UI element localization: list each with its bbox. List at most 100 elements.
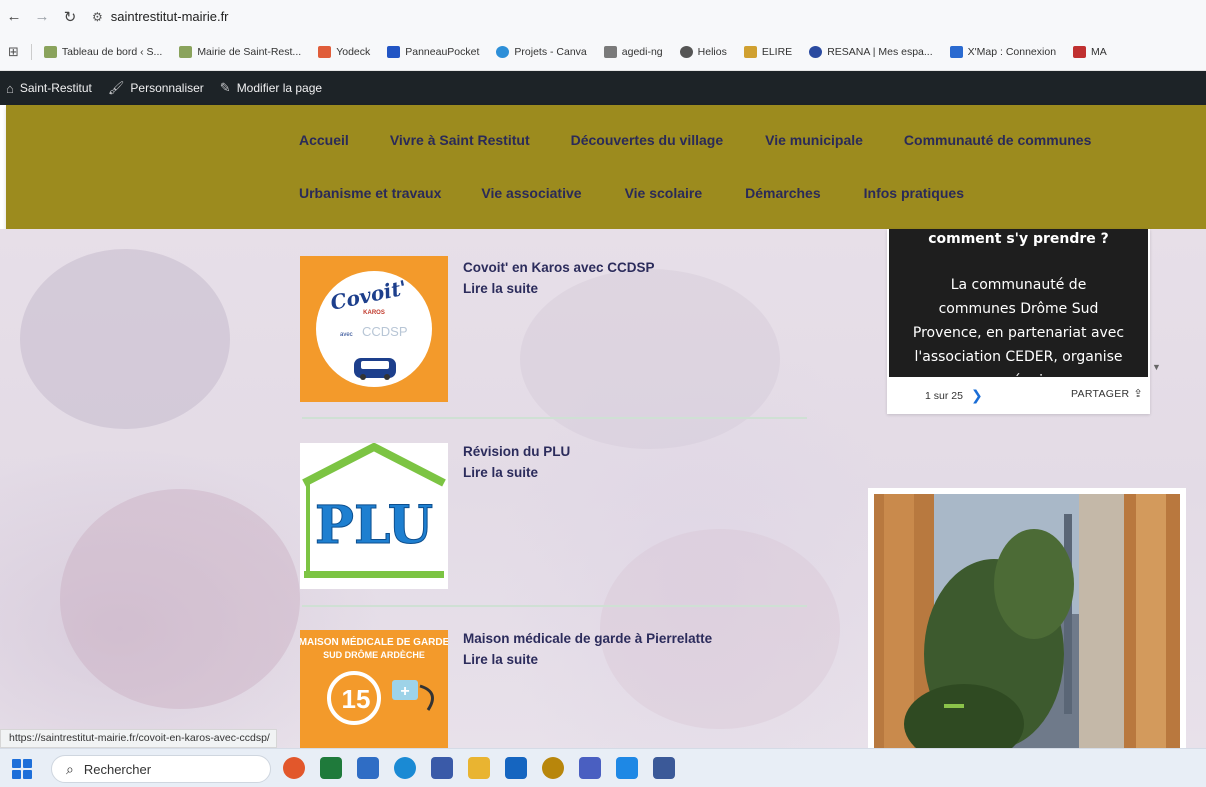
chevron-right-icon[interactable]: ❯ (971, 387, 983, 404)
taskbar-search[interactable]: ⌕ Rechercher (51, 755, 271, 783)
bookmark-favicon-icon (387, 45, 401, 58)
article-title[interactable]: Maison médicale de garde à Pierrelatte (463, 631, 712, 646)
nav-item-decouvertes[interactable]: Découvertes du village (571, 132, 724, 148)
bookmark-item[interactable]: agedi-ng (603, 45, 663, 58)
url-text[interactable]: saintrestitut-mairie.fr (111, 9, 229, 24)
pager-count: 1 sur 25 (925, 389, 963, 402)
firefox-icon[interactable] (283, 757, 305, 779)
nav-item-vie-municipale[interactable]: Vie municipale (765, 132, 863, 148)
edge-icon[interactable] (394, 757, 416, 779)
taskbar-apps (283, 757, 675, 779)
home-icon: ⌂ (6, 80, 14, 96)
slide-heading: comment s'y prendre ? (928, 231, 1109, 247)
admin-edit-link[interactable]: ✎ Modifier la page (220, 80, 322, 96)
site-info-icon[interactable]: ⚙ (92, 10, 103, 24)
search-icon: ⌕ (66, 760, 74, 777)
bookmark-item[interactable]: PanneauPocket (387, 45, 479, 58)
news-slider: comment s'y prendre ? La communauté de c… (887, 229, 1150, 414)
slide-content[interactable]: comment s'y prendre ? La communauté de c… (889, 229, 1148, 377)
bookmark-favicon-icon (496, 45, 510, 58)
address-bar[interactable]: ⚙ saintrestitut-mairie.fr (92, 9, 229, 24)
article-separator (302, 605, 807, 607)
svg-text:+: + (400, 683, 409, 700)
bookmark-favicon-icon (1073, 45, 1087, 58)
covoit-thumbnail[interactable]: Covoit' KAROS avec CCDSP (300, 256, 448, 402)
scroll-down-icon[interactable]: ▼ (1152, 362, 1161, 372)
article-separator (302, 417, 807, 419)
status-url-tooltip: https://saintrestitut-mairie.fr/covoit-e… (0, 729, 277, 748)
slider-pager: 1 sur 25 ❯ (925, 387, 983, 404)
bookmark-item[interactable]: ELIRE (743, 45, 792, 58)
nav-item-demarches[interactable]: Démarches (745, 185, 821, 201)
nav-item-urbanisme[interactable]: Urbanisme et travaux (299, 185, 441, 201)
maison-title-line1: MAISON MÉDICALE DE GARDE (300, 635, 448, 648)
bookmark-favicon-icon (318, 45, 332, 58)
bookmark-favicon-icon (743, 45, 757, 58)
share-icon: ⇪ (1133, 388, 1143, 400)
outlook-icon[interactable] (616, 757, 638, 779)
excel-icon[interactable] (320, 757, 342, 779)
bookmark-favicon-icon (809, 45, 823, 58)
village-photo-frame (868, 488, 1186, 749)
calculator-icon[interactable] (653, 757, 675, 779)
bookmark-favicon-icon (679, 45, 693, 58)
apps-icon[interactable]: ⊞ (8, 44, 19, 60)
bookmark-item[interactable]: MA (1073, 45, 1107, 58)
bookmarks-bar: ⊞ Tableau de bord ‹ S... Mairie de Saint… (0, 33, 1206, 71)
store-icon[interactable] (505, 757, 527, 779)
article-title[interactable]: Révision du PLU (463, 444, 570, 459)
bookmark-item[interactable]: Yodeck (318, 45, 370, 58)
bookmark-favicon-icon (949, 45, 963, 58)
nav-item-infos-pratiques[interactable]: Infos pratiques (864, 185, 964, 201)
nav-item-accueil[interactable]: Accueil (299, 132, 349, 148)
share-label: PARTAGER (1071, 387, 1130, 400)
folder-icon[interactable] (468, 757, 490, 779)
pencil-icon: ✎ (219, 80, 231, 95)
plu-word: PLU (315, 495, 433, 556)
read-more-link[interactable]: Lire la suite (463, 281, 538, 296)
admin-site-link[interactable]: ⌂ Saint-Restitut (6, 81, 92, 96)
slider-footer: 1 sur 25 ❯ PARTAGER ⇪ (887, 379, 1150, 414)
start-icon[interactable] (12, 759, 32, 779)
avec-word: avec (340, 332, 353, 338)
maison-title-line2: SUD DRÔME ARDÈCHE (323, 649, 425, 660)
nav-row-secondary: Urbanisme et travaux Vie associative Vie… (299, 185, 964, 201)
reload-icon[interactable]: ↻ (56, 8, 84, 26)
admin-customize-link[interactable]: 🖌 Personnaliser (108, 80, 204, 96)
karos-word: KAROS (363, 310, 385, 316)
bookmark-item[interactable]: Projets - Canva (496, 45, 587, 58)
bookmark-item[interactable]: Helios (679, 45, 727, 58)
nav-item-vie-associative[interactable]: Vie associative (481, 185, 581, 201)
plu-thumbnail[interactable]: PLU (300, 443, 448, 589)
site-navigation: Accueil Vivre à Saint Restitut Découvert… (6, 105, 1206, 229)
maison-medicale-thumbnail[interactable]: MAISON MÉDICALE DE GARDE SUD DRÔME ARDÈC… (300, 630, 448, 749)
bookmark-item[interactable]: Mairie de Saint-Rest... (179, 45, 301, 58)
bookmark-item[interactable]: Tableau de bord ‹ S... (43, 45, 162, 58)
people-icon[interactable] (579, 757, 601, 779)
bookmark-favicon-icon (43, 45, 57, 58)
wp-admin-bar: ⌂ Saint-Restitut 🖌 Personnaliser ✎ Modif… (0, 71, 1206, 105)
slide-body: La communauté de communes Drôme Sud Prov… (912, 277, 1125, 377)
bookmark-item[interactable]: RESANA | Mes espa... (809, 45, 933, 58)
share-button[interactable]: PARTAGER ⇪ (1071, 387, 1143, 401)
brush-icon: 🖌 (107, 80, 125, 95)
nav-item-communaute[interactable]: Communauté de communes (904, 132, 1091, 148)
nav-item-vivre[interactable]: Vivre à Saint Restitut (390, 132, 530, 148)
nav-row-primary: Accueil Vivre à Saint Restitut Découvert… (299, 132, 1091, 148)
browser-toolbar: ← → ↻ ⚙ saintrestitut-mairie.fr (0, 0, 1206, 33)
teams-icon[interactable] (431, 757, 453, 779)
emergency-number: 15 (342, 684, 371, 714)
back-icon[interactable]: ← (0, 8, 28, 25)
village-photo (874, 494, 1180, 749)
bookmark-item[interactable]: X'Map : Connexion (949, 45, 1056, 58)
bookmark-favicon-icon (179, 45, 193, 58)
word-icon[interactable] (357, 757, 379, 779)
nav-item-vie-scolaire[interactable]: Vie scolaire (625, 185, 703, 201)
bookmark-favicon-icon (603, 45, 617, 58)
article-title[interactable]: Covoit' en Karos avec CCDSP (463, 260, 655, 275)
forward-icon[interactable]: → (28, 8, 56, 25)
read-more-link[interactable]: Lire la suite (463, 465, 538, 480)
read-more-link[interactable]: Lire la suite (463, 652, 538, 667)
search-placeholder: Rechercher (83, 761, 152, 777)
chrome-icon[interactable] (542, 757, 564, 779)
